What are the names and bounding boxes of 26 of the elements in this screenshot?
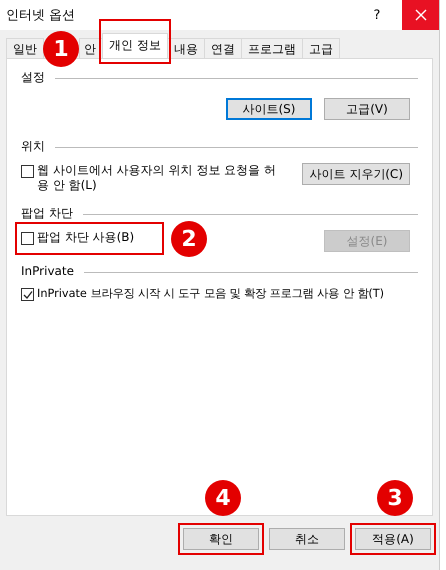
tab[interactable]: 고급 [302,38,340,58]
checkbox-label: 팝업 차단 사용(B) [37,230,134,245]
step-badge: 2 [171,221,207,257]
button[interactable]: 취소 [269,528,345,550]
tab[interactable]: 개인 정보 [102,33,168,58]
tab[interactable]: 일반 [6,38,44,58]
checkbox[interactable] [21,165,34,178]
window-title: 인터넷 옵션 [6,7,76,24]
checkbox-label: 웹 사이트에서 사용자의 위치 정보 요청을 허용 안 함(L) [37,163,277,193]
close-icon [414,9,426,21]
step-badge: 1 [43,31,79,67]
section-title: 설정 [21,69,45,86]
help-button[interactable]: ? [362,8,392,22]
section-title: InPrivate [21,264,74,278]
button[interactable]: 적용(A) [355,528,431,550]
button[interactable]: 사이트 지우기(C) [302,163,410,185]
section-title: 위치 [21,138,45,155]
section-title: 팝업 차단 [21,205,73,222]
button[interactable]: 사이트(S) [226,98,312,120]
close-button[interactable] [402,0,439,30]
checkbox[interactable] [21,288,34,301]
checkbox-label: InPrivate 브라우징 시작 시 도구 모음 및 확장 프로그램 사용 안 함(T) [37,286,384,301]
checkbox[interactable] [21,232,34,245]
tab[interactable]: 프로그램 [240,38,303,58]
button[interactable]: 고급(V) [324,98,410,120]
button[interactable]: 확인 [183,528,259,550]
